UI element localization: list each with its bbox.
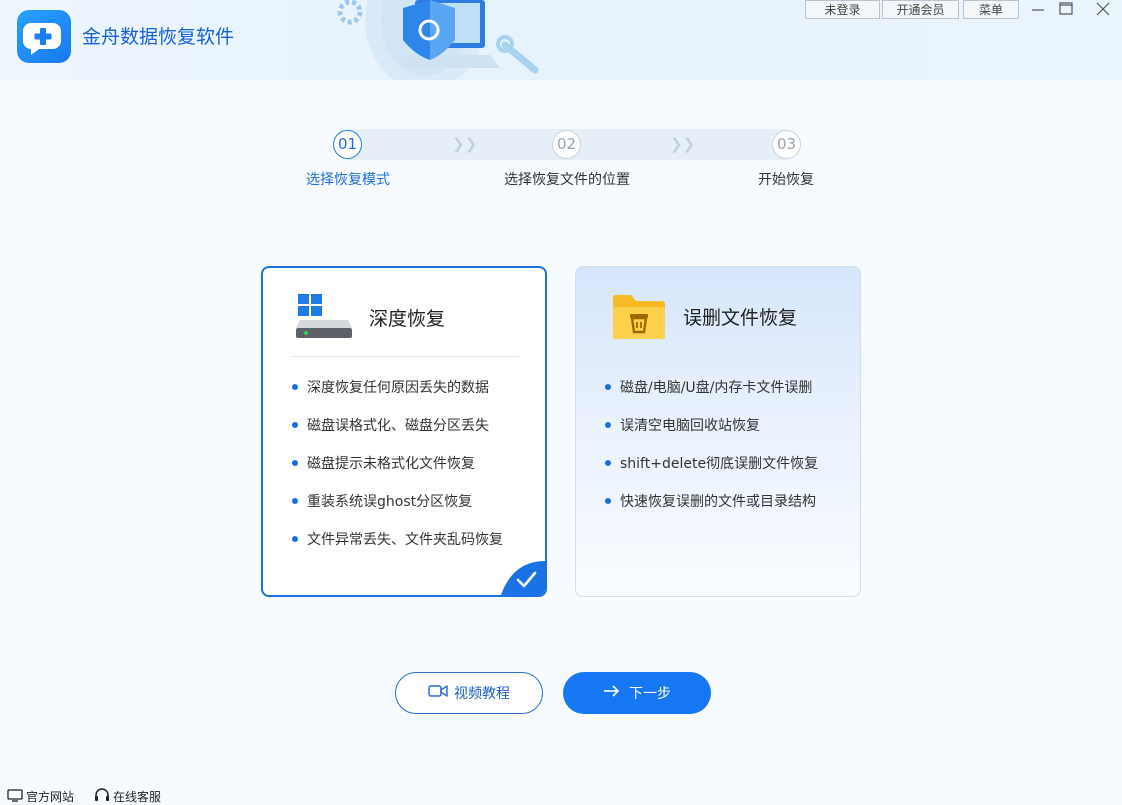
official-website-label: 官方网站 (26, 790, 75, 804)
vip-button[interactable]: 开通会员 (882, 0, 959, 19)
app-title: 金舟数据恢复软件 (82, 26, 235, 48)
disk-drive-icon (296, 292, 354, 344)
deep-recovery-card[interactable]: 深度恢复 深度恢复任何原因丢失的数据 磁盘误格式化、磁盘分区丢失 磁盘提示未格式… (261, 266, 547, 597)
video-camera-icon (428, 684, 448, 702)
feature-item: 深度恢复任何原因丢失的数据 (307, 380, 489, 396)
bullet-icon (292, 422, 298, 428)
feature-item: shift+delete彻底误删文件恢复 (620, 456, 819, 472)
minimize-icon[interactable] (1027, 0, 1049, 20)
card-title: 误删文件恢复 (683, 307, 798, 329)
online-service-label: 在线客服 (113, 790, 162, 804)
step-1-label: 选择恢复模式 (306, 172, 390, 188)
headset-icon (94, 788, 110, 805)
folder-trash-icon (612, 294, 666, 344)
next-step-button[interactable]: 下一步 (563, 672, 711, 714)
feature-item: 磁盘误格式化、磁盘分区丢失 (307, 418, 489, 434)
online-service-link[interactable]: 在线客服 (94, 788, 161, 805)
bullet-icon (292, 384, 298, 390)
arrow-right-icon (603, 685, 620, 701)
official-website-link[interactable]: 官方网站 (7, 788, 74, 805)
close-icon[interactable] (1092, 0, 1114, 20)
header-illustration (315, 0, 565, 80)
card-divider (291, 356, 519, 357)
monitor-icon (7, 788, 23, 805)
deleted-file-recovery-card[interactable]: 误删文件恢复 磁盘/电脑/U盘/内存卡文件误删 误清空电脑回收站恢复 shift… (575, 266, 861, 597)
chevron-right-icon: ❯❯ (670, 135, 696, 153)
bullet-icon (605, 422, 611, 428)
bullet-icon (605, 498, 611, 504)
video-tutorial-button[interactable]: 视频教程 (395, 672, 543, 714)
bullet-icon (292, 498, 298, 504)
step-3-number: 03 (772, 130, 801, 159)
video-tutorial-label: 视频教程 (454, 686, 510, 702)
selected-check-icon (501, 561, 545, 595)
step-2-label: 选择恢复文件的位置 (504, 172, 630, 188)
step-2-number: 02 (552, 130, 581, 159)
feature-item: 磁盘提示未格式化文件恢复 (307, 456, 475, 472)
next-step-label: 下一步 (629, 686, 671, 702)
bullet-icon (292, 460, 298, 466)
feature-item: 快速恢复误删的文件或目录结构 (620, 494, 816, 510)
maximize-icon[interactable] (1055, 0, 1077, 20)
title-bar: 金舟数据恢复软件 未登录 开通会员 菜单 (0, 0, 1122, 80)
menu-button[interactable]: 菜单 (963, 0, 1019, 19)
feature-item: 误清空电脑回收站恢复 (620, 418, 760, 434)
card-divider (604, 355, 832, 356)
step-1-number: 01 (333, 130, 362, 159)
bullet-icon (605, 384, 611, 390)
login-button[interactable]: 未登录 (805, 0, 880, 19)
step-3-label: 开始恢复 (758, 172, 814, 188)
chevron-right-icon: ❯❯ (452, 135, 478, 153)
app-logo (17, 10, 71, 63)
bullet-icon (605, 460, 611, 466)
bullet-icon (292, 536, 298, 542)
feature-item: 文件异常丢失、文件夹乱码恢复 (307, 532, 503, 548)
feature-item: 磁盘/电脑/U盘/内存卡文件误删 (620, 380, 813, 396)
feature-item: 重装系统误ghost分区恢复 (307, 494, 473, 510)
card-title: 深度恢复 (369, 308, 446, 330)
